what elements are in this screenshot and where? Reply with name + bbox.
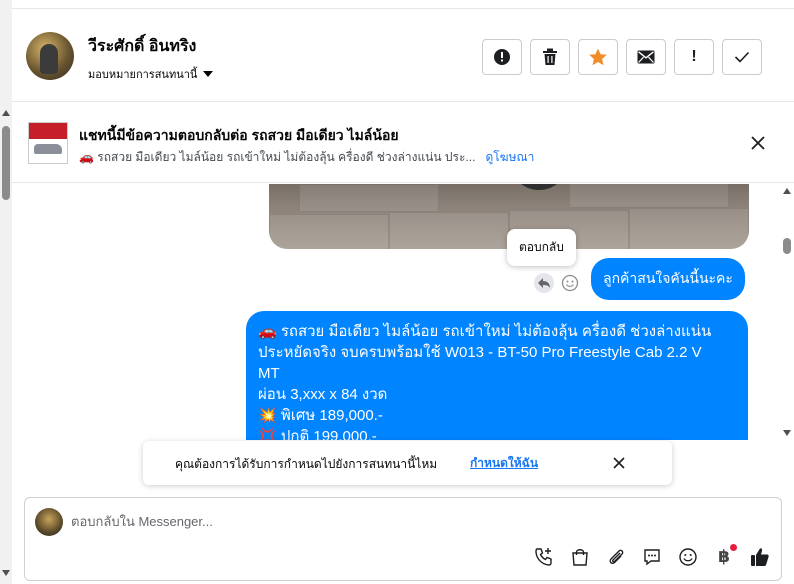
toast-message: คุณต้องการได้รับการกำหนดไปยังการสนทนานี้… xyxy=(175,457,438,471)
react-button[interactable] xyxy=(560,273,580,293)
call-add-button[interactable] xyxy=(531,544,557,570)
notification-dot xyxy=(730,544,737,551)
reply-input[interactable] xyxy=(71,508,711,534)
exclamation-icon: ! xyxy=(691,48,697,65)
reply-arrow-icon xyxy=(538,278,550,288)
conversation-thread: ตอบกลับ ลูกค้าสนใจคันนี้นะคะ 🚗 รถสวย มือ… xyxy=(12,184,780,440)
like-button[interactable] xyxy=(747,544,773,570)
chat-header: วีระศักดิ์ อินทริง มอบหมายการสนทนานี้ ! xyxy=(12,10,794,102)
outgoing-message-bubble[interactable]: ลูกค้าสนใจคันนี้นะคะ xyxy=(591,258,745,300)
call-add-icon xyxy=(535,548,552,566)
smile-icon xyxy=(561,274,579,292)
assign-label: มอบหมายการสนทนานี้ xyxy=(88,69,198,81)
mark-spam-button[interactable] xyxy=(482,39,522,75)
thumbs-up-icon xyxy=(751,548,769,566)
top-divider xyxy=(12,0,794,9)
reply-button[interactable] xyxy=(534,273,554,293)
emoji-button[interactable] xyxy=(675,544,701,570)
check-icon xyxy=(734,51,750,63)
payment-button[interactable]: ฿ xyxy=(711,544,737,570)
inbox-chat-panel: วีระศักดิ์ อินทริง มอบหมายการสนทนานี้ ! xyxy=(0,0,794,584)
star-icon xyxy=(589,48,607,66)
scroll-down-arrow-icon[interactable] xyxy=(783,430,791,436)
left-scrollbar[interactable] xyxy=(0,0,12,584)
follow-up-button[interactable]: ! xyxy=(674,39,714,75)
trash-icon xyxy=(543,48,557,65)
message-line: ประหยัดจริง จบครบพร้อมใช้ W013 - BT-50 P… xyxy=(258,344,702,361)
conversation-scrollbar[interactable] xyxy=(780,184,794,440)
scroll-down-arrow-icon[interactable] xyxy=(2,570,10,576)
scrollbar-thumb[interactable] xyxy=(783,238,791,254)
message-composer: ฿ xyxy=(24,497,782,581)
scroll-up-arrow-icon[interactable] xyxy=(2,110,10,116)
attach-button[interactable] xyxy=(603,544,629,570)
message-actions xyxy=(534,273,580,293)
ad-title: แชทนี้มีข้อความตอบกลับต่อ รถสวย มือเดียว… xyxy=(79,127,399,143)
view-ad-link[interactable]: ดูโฆษณา xyxy=(485,148,534,167)
car-emoji-icon: 🚗 xyxy=(79,150,94,164)
ad-thumbnail[interactable] xyxy=(28,122,68,164)
saved-replies-button[interactable] xyxy=(639,544,665,570)
ad-subtitle: รถสวย มือเดียว ไมล์น้อย รถเข้าใหม่ ไม่ต้… xyxy=(97,150,476,164)
smile-icon xyxy=(679,548,697,566)
message-line: 💥 พิเศษ 189,000.- xyxy=(258,407,383,424)
alert-circle-icon xyxy=(494,49,510,65)
shopping-bag-icon xyxy=(572,549,588,566)
shop-button[interactable] xyxy=(567,544,593,570)
chat-bubble-icon xyxy=(644,549,660,566)
message-line: ผ่อน 3,xxx x 84 งวด xyxy=(258,386,388,403)
close-icon[interactable] xyxy=(748,133,768,153)
assign-to-me-link[interactable]: กำหนดให้ฉัน xyxy=(470,454,538,473)
caret-down-icon xyxy=(203,71,214,77)
outgoing-ad-message-bubble[interactable]: 🚗 รถสวย มือเดียว ไมล์น้อย รถเข้าใหม่ ไม่… xyxy=(246,311,748,440)
ad-reply-banner: แชทนี้มีข้อความตอบกลับต่อ รถสวย มือเดียว… xyxy=(12,103,794,183)
message-line: 💢 ปกติ 199,000.- xyxy=(258,428,377,440)
page-avatar xyxy=(35,508,63,536)
scroll-up-arrow-icon[interactable] xyxy=(783,188,791,194)
composer-toolbar: ฿ xyxy=(531,544,773,570)
paperclip-icon xyxy=(609,549,624,565)
message-line: MT xyxy=(258,365,280,382)
contact-name[interactable]: วีระศักดิ์ อินทริง xyxy=(88,34,196,59)
delete-button[interactable] xyxy=(530,39,570,75)
close-icon[interactable] xyxy=(611,455,627,471)
avatar[interactable] xyxy=(26,32,74,80)
assign-toast: คุณต้องการได้รับการกำหนดไปยังการสนทนานี้… xyxy=(143,441,672,485)
baht-icon: ฿ xyxy=(718,547,730,566)
header-actions: ! xyxy=(482,39,762,75)
ad-subtitle-row: 🚗 รถสวย มือเดียว ไมล์น้อย รถเข้าใหม่ ไม่… xyxy=(79,148,534,167)
star-button[interactable] xyxy=(578,39,618,75)
scrollbar-thumb[interactable] xyxy=(2,126,10,200)
reply-tooltip: ตอบกลับ xyxy=(507,229,576,266)
assign-dropdown[interactable]: มอบหมายการสนทนานี้ xyxy=(88,65,214,83)
mark-done-button[interactable] xyxy=(722,39,762,75)
mark-unread-button[interactable] xyxy=(626,39,666,75)
message-line: 🚗 รถสวย มือเดียว ไมล์น้อย รถเข้าใหม่ ไม่… xyxy=(258,323,712,340)
mail-icon xyxy=(637,50,655,64)
